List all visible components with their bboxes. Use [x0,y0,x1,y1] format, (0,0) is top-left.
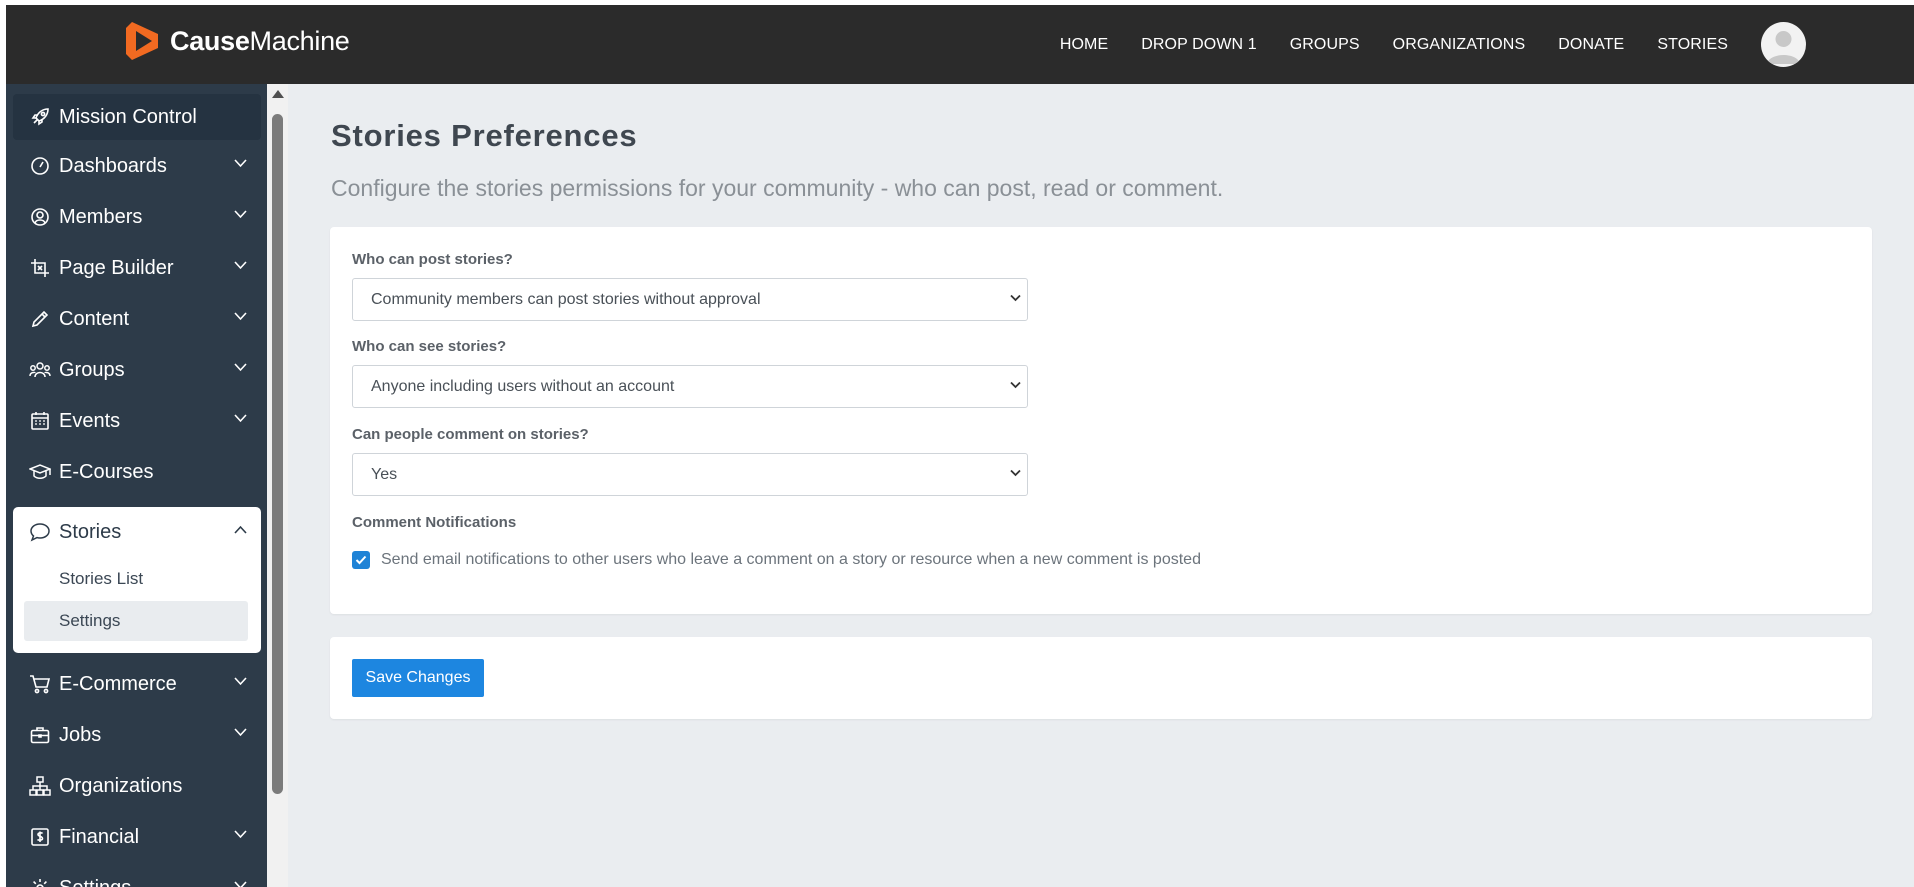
chevron-down-icon [234,312,247,321]
sidebar-item-label: E-Courses [59,460,154,483]
chevron-down-icon [234,261,247,270]
comment-notifications-label: Comment Notifications [352,514,517,531]
comment-stories-label: Can people comment on stories? [352,426,589,443]
post-stories-select[interactable]: Community members can post stories witho… [352,278,1028,321]
sidebar-item-mission-control[interactable]: Mission Control [13,94,261,140]
sidebar-item-label: Page Builder [59,256,174,279]
calendar-icon [29,410,51,432]
crop-icon [29,257,51,279]
comment-notifications-text[interactable]: Send email notifications to other users … [381,551,1201,569]
gauge-icon [29,155,51,177]
chevron-down-icon [1010,469,1021,477]
sidebar-scrollbar[interactable] [267,84,288,887]
speech-bubble-icon [29,521,51,543]
chevron-down-icon [234,881,247,887]
topnav-organizations[interactable]: ORGANIZATIONS [1393,36,1526,54]
checkmark-icon [355,555,367,565]
scroll-up-arrow-icon[interactable] [272,90,284,98]
see-stories-label: Who can see stories? [352,338,507,355]
people-icon [29,359,51,381]
sidebar-subitem-stories-list[interactable]: Stories List [24,559,248,599]
sidebar-item-label: Jobs [59,723,102,746]
topnav-dropdown-1[interactable]: DROP DOWN 1 [1141,36,1256,54]
chevron-down-icon [234,677,247,686]
chevron-up-icon [234,525,247,534]
sidebar-group-stories: Stories Stories List Settings [13,507,261,653]
chevron-down-icon [234,210,247,219]
sidebar-item-label: Stories [59,520,122,543]
sidebar-item-events[interactable]: Events [13,398,261,444]
user-avatar-icon[interactable] [1761,22,1806,67]
pencil-icon [29,308,51,330]
briefcase-icon [29,724,51,746]
see-stories-select[interactable]: Anyone including users without an accoun… [352,365,1028,408]
select-value: Yes [371,465,398,483]
sidebar-item-label: Members [59,205,143,228]
sidebar-item-groups[interactable]: Groups [13,347,261,393]
sidebar-item-label: Groups [59,358,125,381]
chevron-down-icon [234,414,247,423]
select-value: Anyone including users without an accoun… [371,377,675,395]
avatar-silhouette-icon [1767,31,1800,64]
top-nav-menu: HOME DROP DOWN 1 GROUPS ORGANIZATIONS DO… [1060,5,1914,84]
user-circle-icon [29,206,51,228]
sidebar-item-stories[interactable]: Stories [13,507,261,557]
sidebar-item-organizations[interactable]: Organizations [13,763,261,809]
page-title: Stories Preferences [331,118,638,153]
sidebar-item-content[interactable]: Content [13,296,261,342]
org-chart-icon [29,775,51,797]
sidebar-item-label: Mission Control [59,105,197,128]
sidebar-item-label: Content [59,307,130,330]
preferences-card: Who can post stories? Community members … [330,227,1872,614]
sidebar-item-e-commerce[interactable]: E-Commerce [13,661,261,707]
sidebar-item-e-courses[interactable]: E-Courses [13,449,261,495]
brand-logo[interactable]: CauseMachine [124,20,350,62]
sidebar-item-label: Organizations [59,774,183,797]
topnav-home[interactable]: HOME [1060,36,1108,54]
chevron-down-icon [234,363,247,372]
gear-icon [29,877,51,887]
comment-stories-select[interactable]: Yes [352,453,1028,496]
dollar-receipt-icon [29,826,51,848]
brand-name: CauseMachine [170,25,350,56]
topnav-groups[interactable]: GROUPS [1290,36,1360,54]
app-window: CauseMachine HOME DROP DOWN 1 GROUPS ORG… [6,5,1914,887]
sidebar-item-label: Events [59,409,121,432]
top-navbar: CauseMachine HOME DROP DOWN 1 GROUPS ORG… [6,5,1914,84]
comment-notifications-checkbox[interactable] [352,551,370,569]
mortarboard-icon [29,461,51,483]
sidebar-item-label: Dashboards [59,154,167,177]
causemachine-logo-icon [126,22,158,60]
cart-icon [29,673,51,695]
scrollbar-thumb[interactable] [272,114,283,794]
save-changes-button[interactable]: Save Changes [352,659,484,697]
rocket-icon [29,106,51,128]
topnav-donate[interactable]: DONATE [1558,36,1624,54]
sidebar-subitem-settings[interactable]: Settings [24,601,248,641]
sidebar-item-members[interactable]: Members [13,194,261,240]
actions-card: Save Changes [330,637,1872,719]
sidebar-item-settings[interactable]: Settings [13,865,261,887]
sidebar-item-page-builder[interactable]: Page Builder [13,245,261,291]
chevron-down-icon [1010,381,1021,389]
chevron-down-icon [234,830,247,839]
chevron-down-icon [234,159,247,168]
comment-notifications-option: Send email notifications to other users … [352,551,1201,569]
sidebar-item-label: Financial [59,825,140,848]
page-subtitle: Configure the stories permissions for yo… [331,175,1224,201]
chevron-down-icon [234,728,247,737]
sidebar-item-label: Settings [59,877,131,887]
chevron-down-icon [1010,294,1021,302]
topnav-stories[interactable]: STORIES [1657,36,1728,54]
sidebar-item-financial[interactable]: Financial [13,814,261,860]
sidebar-item-dashboards[interactable]: Dashboards [13,143,261,189]
sidebar-item-jobs[interactable]: Jobs [13,712,261,758]
select-value: Community members can post stories witho… [371,290,761,308]
sidebar: Mission Control Dashboards Members Page … [6,84,267,887]
sidebar-item-label: E-Commerce [59,672,177,695]
post-stories-label: Who can post stories? [352,251,513,268]
